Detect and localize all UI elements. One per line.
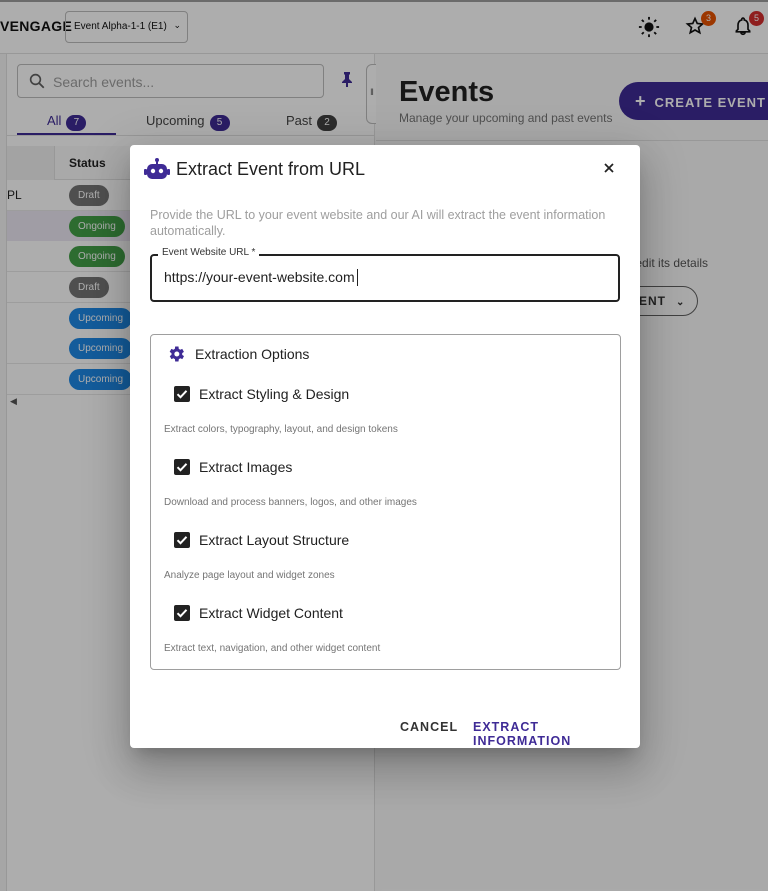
images-checkbox[interactable] [174,459,190,475]
text-caret [357,269,358,286]
styling-checkbox[interactable] [174,386,190,402]
event-url-field[interactable] [150,254,620,302]
extraction-options-panel: Extraction Options Extract Styling & Des… [150,334,621,670]
event-url-label: Event Website URL * [158,247,260,258]
dialog-description: Provide the URL to your event website an… [150,208,606,238]
images-option-help: Download and process banners, logos, and… [164,497,417,508]
layout-checkbox[interactable] [174,532,190,548]
images-option-label: Extract Images [199,459,293,475]
extract-information-button[interactable]: EXTRACT INFORMATION [473,720,640,748]
widget-content-checkbox[interactable] [174,605,190,621]
extract-event-dialog: Extract Event from URL Provide the URL t… [130,145,640,748]
event-url-input[interactable] [164,269,604,285]
widget-content-option-help: Extract text, navigation, and other widg… [164,643,381,654]
extraction-options-title: Extraction Options [195,346,310,362]
layout-option-help: Analyze page layout and widget zones [164,570,335,581]
dialog-title: Extract Event from URL [176,159,366,179]
gear-icon [166,344,186,369]
styling-option-help: Extract colors, typography, layout, and … [164,424,398,435]
widget-content-option-label: Extract Widget Content [199,605,343,621]
layout-option-label: Extract Layout Structure [199,532,350,548]
styling-option-label: Extract Styling & Design [199,386,350,402]
close-icon[interactable] [600,159,618,177]
cancel-button[interactable]: CANCEL [400,720,458,734]
robot-icon [144,157,170,186]
